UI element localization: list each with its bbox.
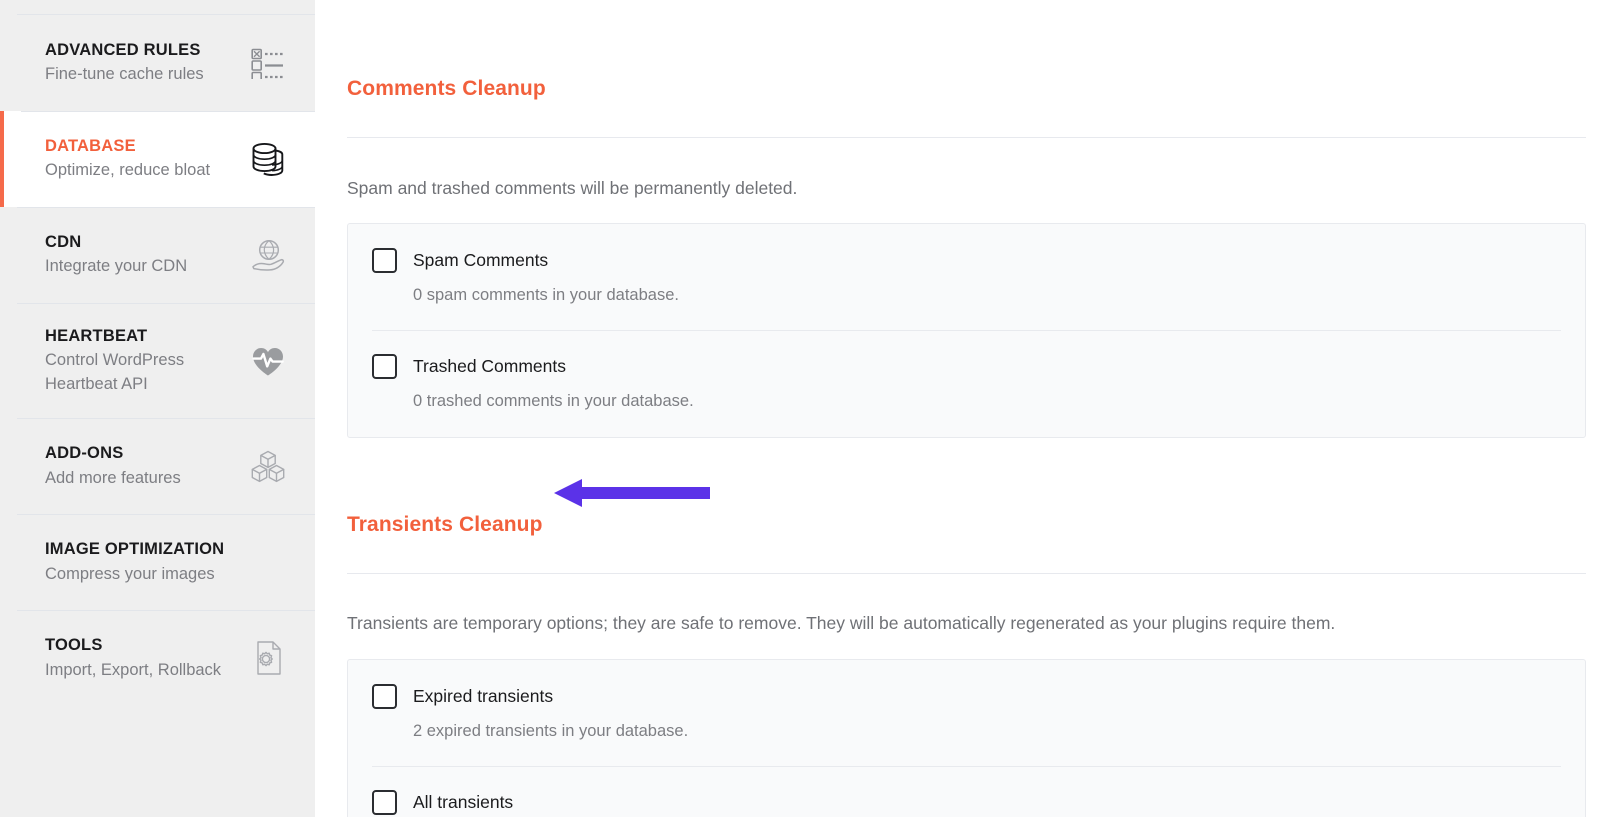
- database-icon: [247, 138, 289, 180]
- sidebar-item-advanced-rules[interactable]: ADVANCED RULES Fine-tune cache rules: [0, 15, 315, 111]
- option-note: 2 expired transients in your database.: [413, 721, 689, 740]
- option-label: All transients: [413, 792, 514, 813]
- sidebar-item-subtitle: Optimize, reduce bloat: [45, 161, 211, 180]
- option-row-all-transients[interactable]: All transients 24 transients in your dat…: [348, 766, 1585, 817]
- sidebar-item-title: DATABASE: [45, 137, 136, 156]
- image-optimization-icon-placeholder: [247, 541, 289, 583]
- sidebar-item-text: TOOLS Import, Export, Rollback: [45, 634, 221, 682]
- section-header: Comments Cleanup: [347, 52, 1586, 119]
- sidebar-item-database[interactable]: DATABASE Optimize, reduce bloat: [0, 111, 315, 207]
- sidebar-item-title: IMAGE OPTIMIZATION: [45, 540, 225, 559]
- section-divider: [347, 572, 1586, 574]
- sidebar-item-cdn[interactable]: CDN Integrate your CDN: [0, 207, 315, 303]
- all-transients-checkbox[interactable]: [372, 790, 397, 816]
- sidebar-item-subtitle: Integrate your CDN: [45, 257, 188, 276]
- sidebar-nav: ADVANCED RULES Fine-tune cache rules DAT…: [0, 0, 315, 706]
- sidebar-item-title: ADD-ONS: [45, 444, 124, 463]
- sidebar-item-title: HEARTBEAT: [45, 327, 148, 345]
- option-label: Trashed Comments: [413, 356, 567, 377]
- settings-page: ADVANCED RULES Fine-tune cache rules DAT…: [0, 0, 1600, 817]
- section-description: Transients are temporary options; they a…: [347, 613, 1336, 634]
- sidebar-item-image-optimization[interactable]: IMAGE OPTIMIZATION Compress your images: [0, 514, 315, 610]
- blocks-icon: [247, 445, 289, 487]
- trashed-comments-checkbox[interactable]: [372, 354, 397, 380]
- option-label: Spam Comments: [413, 249, 549, 270]
- sidebar-item-title: ADVANCED RULES: [45, 41, 201, 60]
- section-description: Spam and trashed comments will be perman…: [347, 177, 798, 198]
- globe-hand-icon: [247, 234, 289, 276]
- option-note: 0 trashed comments in your database.: [413, 392, 694, 411]
- transients-cleanup-section: Transients Cleanup Transients are tempor…: [347, 478, 1586, 817]
- settings-sidebar: ADVANCED RULES Fine-tune cache rules DAT…: [0, 0, 315, 817]
- sidebar-item-subtitle: Compress your images: [45, 564, 215, 583]
- option-row-trashed-comments[interactable]: Trashed Comments 0 trashed comments in y…: [348, 330, 1585, 436]
- sidebar-item-subtitle: Add more features: [45, 468, 181, 487]
- sidebar-item-text: CDN Integrate your CDN: [45, 231, 187, 279]
- transients-cleanup-card: Expired transients 2 expired transients …: [347, 658, 1586, 817]
- checklist-rules-icon: [247, 42, 289, 84]
- expired-transients-checkbox[interactable]: [372, 683, 397, 709]
- sidebar-item-title: CDN: [45, 233, 82, 252]
- spam-comments-checkbox[interactable]: [372, 247, 397, 273]
- heartbeat-icon: [247, 340, 289, 382]
- section-divider: [347, 137, 1586, 139]
- section-header: Transients Cleanup: [347, 478, 1586, 555]
- comments-cleanup-section: Comments Cleanup Spam and trashed commen…: [347, 0, 1586, 438]
- database-settings-panel: Comments Cleanup Spam and trashed commen…: [315, 0, 1600, 817]
- sidebar-item-add-ons[interactable]: ADD-ONS Add more features: [0, 418, 315, 514]
- option-row-main: Trashed Comments: [372, 354, 1561, 380]
- sidebar-item-subtitle: Import, Export, Rollback: [45, 660, 222, 679]
- file-gear-icon: [247, 637, 289, 679]
- option-row-main: Spam Comments: [372, 247, 1561, 273]
- option-row-spam-comments[interactable]: Spam Comments 0 spam comments in your da…: [348, 224, 1585, 330]
- option-note: 0 spam comments in your database.: [413, 285, 679, 304]
- sidebar-item-text: IMAGE OPTIMIZATION Compress your images: [45, 538, 224, 586]
- section-title: Comments Cleanup: [347, 77, 546, 101]
- comments-cleanup-card: Spam Comments 0 spam comments in your da…: [347, 222, 1586, 438]
- option-row-expired-transients[interactable]: Expired transients 2 expired transients …: [348, 660, 1585, 766]
- option-label: Expired transients: [413, 685, 554, 706]
- sidebar-item-heartbeat[interactable]: HEARTBEAT Control WordPress Heartbeat AP…: [0, 303, 315, 418]
- option-row-main: All transients: [372, 790, 1561, 816]
- sidebar-item-tools[interactable]: TOOLS Import, Export, Rollback: [0, 610, 315, 706]
- sidebar-item-text: ADVANCED RULES Fine-tune cache rules: [45, 39, 204, 87]
- section-title: Transients Cleanup: [347, 513, 543, 537]
- option-row-main: Expired transients: [372, 683, 1561, 709]
- sidebar-item-text: DATABASE Optimize, reduce bloat: [45, 135, 210, 183]
- sidebar-item-text: HEARTBEAT Control WordPress Heartbeat AP…: [45, 325, 245, 396]
- sidebar-item-subtitle: Fine-tune cache rules: [45, 65, 204, 84]
- sidebar-item-title: TOOLS: [45, 636, 103, 655]
- sidebar-item-text: ADD-ONS Add more features: [45, 442, 181, 490]
- sidebar-item-subtitle: Control WordPress Heartbeat API: [45, 351, 185, 393]
